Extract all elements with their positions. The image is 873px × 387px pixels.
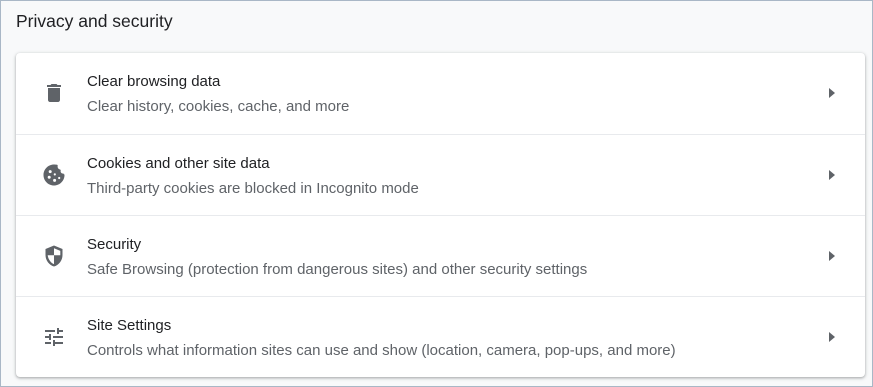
clear-browsing-data-title: Clear browsing data [87,73,221,90]
clear-browsing-data-subtitle: Clear history, cookies, cache, and more [87,98,350,115]
site-settings-title: Site Settings [87,317,172,334]
cookies-site-data-subtitle: Third-party cookies are blocked in Incog… [87,180,419,197]
chevron-right-icon [827,87,837,99]
security-subtitle: Safe Browsing (protection from dangerous… [87,261,588,278]
section-title: Privacy and security [16,11,173,31]
privacy-security-card: Clear browsing data Clear history, cooki… [16,53,865,377]
cookies-site-data-title: Cookies and other site data [87,155,270,172]
cookie-icon [42,163,66,187]
site-settings-subtitle: Controls what information sites can use … [87,342,676,359]
chevron-right-icon [827,169,837,181]
cookies-site-data-row[interactable]: Cookies and other site data Third-party … [16,134,865,215]
security-title: Security [87,236,142,253]
shield-icon [42,244,66,268]
settings-window: Privacy and security Clear browsing data… [0,0,873,387]
clear-browsing-data-row[interactable]: Clear browsing data Clear history, cooki… [16,53,865,134]
trash-icon [42,81,66,105]
security-row[interactable]: Security Safe Browsing (protection from … [16,215,865,296]
chevron-right-icon [827,250,837,262]
site-settings-row[interactable]: Site Settings Controls what information … [16,296,865,377]
tune-icon [42,325,66,349]
chevron-right-icon [827,331,837,343]
